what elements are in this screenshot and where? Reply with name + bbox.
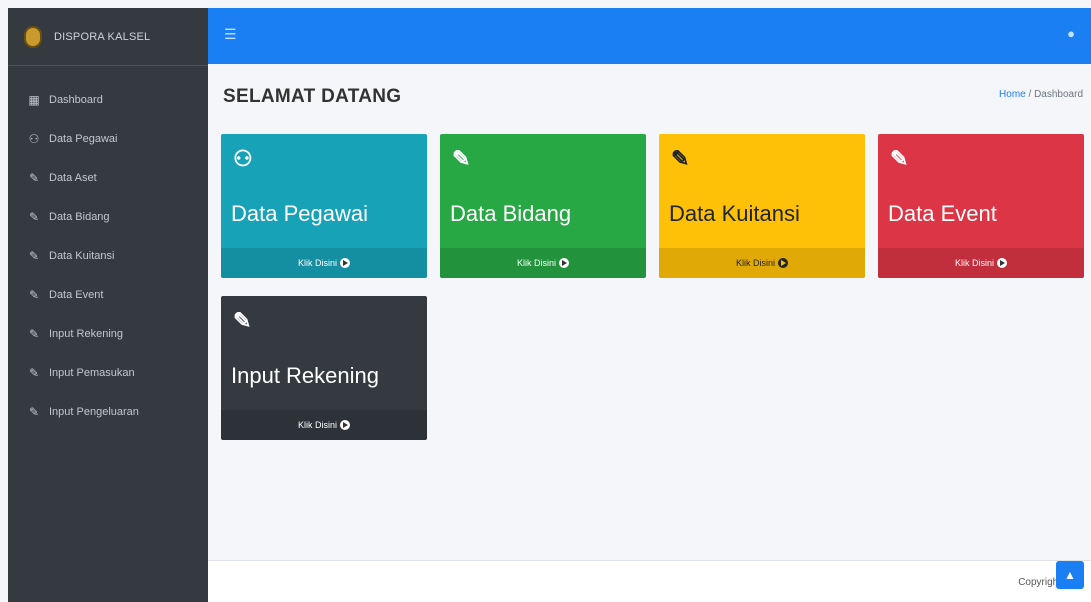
edit-icon: ✎ — [671, 146, 690, 171]
card-data-bidang: ✎ Data Bidang Klik Disini — [440, 134, 646, 278]
sidebar-item-label: Data Aset — [49, 171, 97, 184]
sidebar-item-dashboard[interactable]: ▦ Dashboard — [8, 80, 208, 119]
edit-icon: ✎ — [28, 404, 40, 419]
sidebar: DISPORA KALSEL ▦ Dashboard ⚇ Data Pegawa… — [8, 8, 208, 602]
edit-icon: ✎ — [452, 146, 471, 171]
users-icon: ⚇ — [233, 146, 253, 171]
sidebar-item-data-kuitansi[interactable]: ✎ Data Kuitansi — [8, 236, 208, 275]
sidebar-item-label: Input Pemasukan — [49, 366, 135, 379]
edit-icon: ✎ — [28, 209, 40, 224]
edit-icon: ✎ — [28, 326, 40, 341]
scroll-to-top-button[interactable]: ▲ — [1056, 561, 1084, 589]
arrow-circle-right-icon — [559, 258, 569, 268]
breadcrumb: Home / Dashboard — [999, 89, 1083, 100]
sidebar-item-input-pengeluaran[interactable]: ✎ Input Pengeluaran — [8, 392, 208, 431]
sidebar-item-input-pemasukan[interactable]: ✎ Input Pemasukan — [8, 353, 208, 392]
card-title: Data Pegawai — [231, 201, 368, 226]
sidebar-item-data-aset[interactable]: ✎ Data Aset — [8, 158, 208, 197]
arrow-circle-right-icon — [340, 258, 350, 268]
card-title: Data Kuitansi — [669, 201, 800, 226]
sidebar-item-label: Input Pengeluaran — [49, 405, 139, 418]
sidebar-item-input-rekening[interactable]: ✎ Input Rekening — [8, 314, 208, 353]
edit-icon: ✎ — [28, 287, 40, 302]
card-link-klik-disini[interactable]: Klik Disini — [878, 248, 1084, 278]
card-link-klik-disini[interactable]: Klik Disini — [221, 410, 427, 440]
card-title: Data Bidang — [450, 201, 572, 226]
edit-icon: ✎ — [28, 365, 40, 380]
card-link-label: Klik Disini — [297, 258, 337, 268]
edit-icon: ✎ — [890, 146, 909, 171]
sidebar-item-label: Data Kuitansi — [49, 249, 115, 262]
sidebar-item-label: Data Event — [49, 288, 104, 301]
grid-icon: ▦ — [28, 92, 40, 107]
sidebar-item-data-pegawai[interactable]: ⚇ Data Pegawai — [8, 119, 208, 158]
card-link-label: Klik Disini — [297, 420, 337, 430]
breadcrumb-separator: / — [1028, 89, 1032, 100]
brand-link[interactable]: DISPORA KALSEL — [8, 8, 208, 66]
footer: Copyright ▲ — [208, 560, 1091, 602]
sidebar-item-label: Input Rekening — [49, 327, 123, 340]
user-icon[interactable]: ● — [1067, 26, 1075, 41]
card-link-label: Klik Disini — [516, 258, 556, 268]
card-input-rekening: ✎ Input Rekening Klik Disini — [221, 296, 427, 440]
card-title: Data Event — [888, 201, 997, 226]
sidebar-item-data-event[interactable]: ✎ Data Event — [8, 275, 208, 314]
sidebar-item-label: Dashboard — [49, 93, 103, 106]
edit-icon: ✎ — [28, 170, 40, 185]
card-link-label: Klik Disini — [735, 258, 775, 268]
arrow-circle-right-icon — [778, 258, 788, 268]
page-title: SELAMAT DATANG — [223, 86, 402, 107]
chevron-up-icon: ▲ — [1064, 568, 1076, 582]
sidebar-item-data-bidang[interactable]: ✎ Data Bidang — [8, 197, 208, 236]
card-link-klik-disini[interactable]: Klik Disini — [659, 248, 865, 278]
main-content: SELAMAT DATANG Home / Dashboard ⚇ Data P… — [208, 64, 1091, 560]
breadcrumb-current: Dashboard — [1034, 89, 1083, 100]
card-title: Input Rekening — [231, 363, 379, 388]
arrow-circle-right-icon — [340, 420, 350, 430]
sidebar-item-label: Data Pegawai — [49, 132, 118, 145]
card-data-kuitansi: ✎ Data Kuitansi Klik Disini — [659, 134, 865, 278]
arrow-circle-right-icon — [997, 258, 1007, 268]
hamburger-icon[interactable]: ☰ — [224, 26, 237, 43]
card-link-label: Klik Disini — [954, 258, 994, 268]
sidebar-menu: ▦ Dashboard ⚇ Data Pegawai ✎ Data Aset ✎… — [8, 66, 208, 431]
emblem-logo — [24, 25, 42, 48]
sidebar-item-label: Data Bidang — [49, 210, 110, 223]
breadcrumb-home-link[interactable]: Home — [999, 89, 1026, 100]
card-link-klik-disini[interactable]: Klik Disini — [221, 248, 427, 278]
copyright-text: Copyright — [1018, 577, 1061, 588]
card-data-pegawai: ⚇ Data Pegawai Klik Disini — [221, 134, 427, 278]
users-icon: ⚇ — [28, 131, 40, 146]
edit-icon: ✎ — [28, 248, 40, 263]
brand-name: DISPORA KALSEL — [54, 30, 151, 43]
edit-icon: ✎ — [233, 308, 252, 333]
card-link-klik-disini[interactable]: Klik Disini — [440, 248, 646, 278]
card-data-event: ✎ Data Event Klik Disini — [878, 134, 1084, 278]
top-navbar: ☰ ● — [208, 8, 1091, 64]
